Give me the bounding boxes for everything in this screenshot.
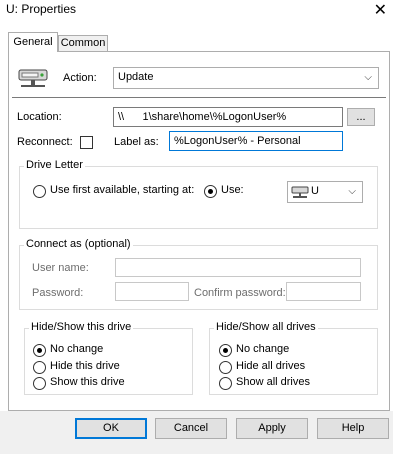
drive-letter-legend: Drive Letter [24,159,85,171]
close-icon[interactable]: ✕ [374,0,387,19]
password-label: Password: [32,287,84,299]
drive-letter-select[interactable]: U ⌵ [287,181,363,203]
hide-show-all-legend: Hide/Show all drives [214,321,318,333]
location-input[interactable]: \\ 1\share\home\%LogonUser% [113,107,343,127]
label-as-label: Label as: [114,136,159,148]
drive-no-change-label: No change [50,343,104,355]
show-all-drives-label: Show all drives [236,376,310,388]
hide-this-drive-label: Hide this drive [50,360,120,372]
chevron-down-icon: ⌵ [364,72,372,83]
apply-button[interactable]: Apply [236,418,308,439]
action-label: Action: [63,72,97,84]
drive-letter-value: U [311,185,319,197]
use-first-available-label: Use first available, starting at: [50,184,195,196]
reconnect-label: Reconnect: [17,136,73,148]
use-drive-label: Use: [221,184,244,196]
drive-icon [291,185,309,199]
radio-button[interactable] [33,377,46,390]
confirm-password-label: Confirm password: [194,287,286,299]
user-name-input[interactable] [115,258,361,277]
radio-button[interactable] [219,361,232,374]
location-label: Location: [17,111,62,123]
separator [12,97,386,98]
radio-button[interactable] [219,344,232,357]
chevron-down-icon: ⌵ [348,186,356,197]
ok-button[interactable]: OK [75,418,147,439]
all-no-change-label: No change [236,343,290,355]
confirm-password-input[interactable] [286,282,361,301]
title-bar: U: Properties ✕ [0,0,393,22]
label-as-input[interactable]: %LogonUser% - Personal [169,131,343,151]
user-name-label: User name: [32,262,89,274]
radio-button[interactable] [33,361,46,374]
radio-button[interactable] [33,344,46,357]
hide-show-drive-legend: Hide/Show this drive [29,321,134,333]
radio-button[interactable] [204,185,217,198]
drive-map-icon [17,66,49,90]
password-input[interactable] [115,282,189,301]
hide-all-drives-label: Hide all drives [236,360,306,372]
show-this-drive-label: Show this drive [50,376,125,388]
action-select[interactable]: Update ⌵ [113,67,379,89]
tab-common[interactable]: Common [58,35,108,52]
action-value: Update [118,71,154,83]
radio-button[interactable] [33,185,46,198]
browse-button[interactable]: ... [347,108,375,126]
window-title: U: Properties [6,2,77,16]
radio-button[interactable] [219,377,232,390]
tab-general[interactable]: General [8,32,58,52]
connect-as-legend: Connect as (optional) [24,238,133,250]
reconnect-checkbox[interactable] [80,136,93,149]
cancel-button[interactable]: Cancel [155,418,227,439]
help-button[interactable]: Help [317,418,389,439]
